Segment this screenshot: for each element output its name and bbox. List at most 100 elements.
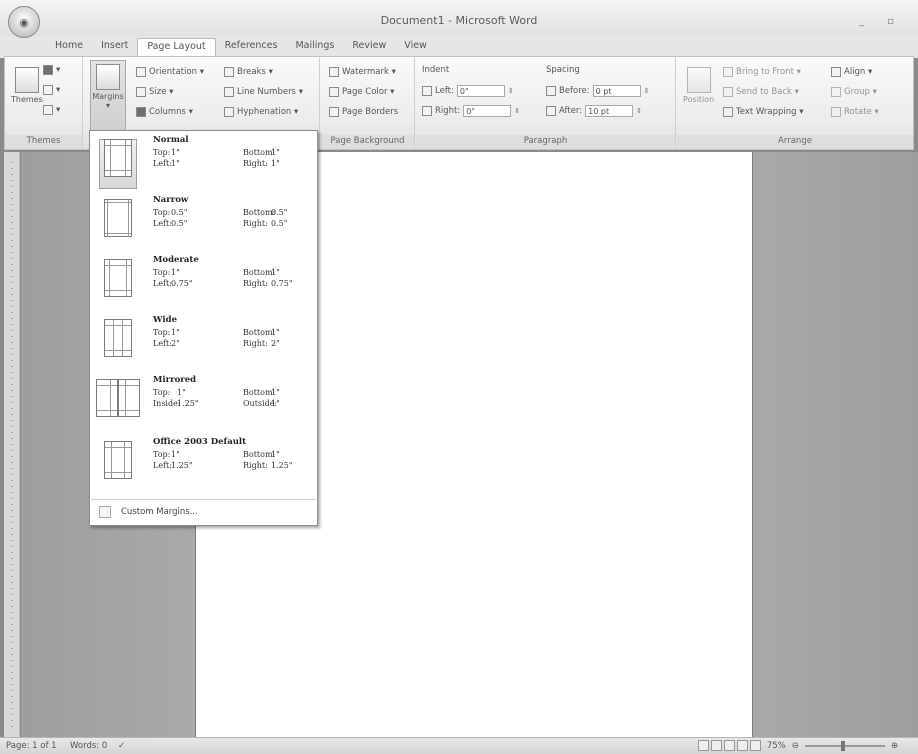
spacing-before-spinner[interactable]: ⇕ — [644, 87, 650, 95]
themes-group: Themes ▾ ▾ ▾ Themes — [5, 57, 83, 149]
page-background-group: Watermark ▾ Page Color ▾ Page Borders Pa… — [321, 57, 415, 149]
indent-right-input[interactable]: 0" — [463, 105, 512, 117]
office-button[interactable]: ◉ — [8, 6, 40, 38]
label-bottom: Bottom: — [243, 388, 276, 397]
value-left: 1" — [171, 159, 180, 168]
rotate-button[interactable]: Rotate ▾ — [831, 107, 879, 117]
draft-view-icon[interactable] — [749, 740, 761, 751]
value-right: 0.75" — [271, 279, 293, 288]
outline-view-icon[interactable] — [736, 740, 748, 751]
theme-effects-button[interactable]: ▾ — [43, 105, 60, 115]
spacing-after-input[interactable]: 10 pt — [585, 105, 634, 117]
custom-margins-label: Custom Margins... — [121, 507, 198, 517]
view-buttons — [697, 740, 761, 751]
tab-insert[interactable]: Insert — [92, 38, 137, 56]
themes-button[interactable]: Themes — [11, 67, 43, 104]
preset-row-sides: Left:1.25" Right: 1.25" — [153, 461, 293, 470]
margin-preset-normal[interactable]: Normal Top:1" Bottom:1" Left:1" Right: 1" — [91, 133, 316, 193]
print-layout-view-icon[interactable] — [697, 740, 709, 751]
breaks-button[interactable]: Breaks ▾ — [224, 67, 273, 77]
watermark-button[interactable]: Watermark ▾ — [329, 67, 396, 77]
full-screen-view-icon[interactable] — [710, 740, 722, 751]
label-bottom: Bottom: — [243, 328, 276, 337]
tab-home[interactable]: Home — [46, 38, 92, 56]
margin-preset-office-2003[interactable]: Office 2003 Default Top:1" Bottom:1" Left… — [91, 435, 316, 495]
size-button[interactable]: Size ▾ — [136, 87, 173, 97]
indent-left-spinner[interactable]: ⇕ — [508, 87, 514, 95]
label-bottom: Bottom: — [243, 268, 276, 277]
position-button[interactable]: Position — [683, 67, 714, 104]
indent-left-icon — [422, 86, 432, 96]
page-count[interactable]: Page: 1 of 1 — [6, 741, 57, 751]
spacing-before-input[interactable]: 0 pt — [592, 85, 641, 97]
orientation-button[interactable]: Orientation ▾ — [136, 67, 204, 77]
line-numbers-button[interactable]: Line Numbers ▾ — [224, 87, 303, 97]
margin-preset-narrow[interactable]: Narrow Top:0.5" Bottom:0.5" Left:0.5" Righ… — [91, 193, 316, 253]
page-color-button[interactable]: Page Color ▾ — [329, 87, 394, 97]
word-count[interactable]: Words: 0 — [70, 741, 107, 751]
indent-right-spinner[interactable]: ⇕ — [514, 107, 520, 115]
page-borders-button[interactable]: Page Borders — [329, 107, 398, 117]
line-numbers-label: Line Numbers ▾ — [237, 87, 303, 97]
window-controls[interactable]: _ ▫ — [859, 16, 904, 27]
margins-button[interactable]: Margins ▾ — [90, 60, 126, 134]
watermark-label: Watermark ▾ — [342, 67, 396, 77]
indent-left-input[interactable]: 0" — [456, 85, 505, 97]
spacing-after-label: After: — [559, 106, 583, 116]
value-left: 1.25" — [171, 461, 193, 470]
web-layout-view-icon[interactable] — [723, 740, 735, 751]
margin-preset-moderate[interactable]: Moderate Top:1" Bottom:1" Left:0.75" Right… — [91, 253, 316, 313]
value-top: 1" — [171, 328, 180, 337]
theme-fonts-button[interactable]: ▾ — [43, 85, 60, 95]
label-right: Right: — [243, 279, 268, 288]
margin-moderate-icon — [104, 259, 132, 297]
label-right: Right: — [243, 461, 268, 470]
zoom-in-icon[interactable]: ⊕ — [891, 741, 898, 751]
size-icon — [136, 87, 146, 97]
dropdown-separator — [91, 499, 316, 500]
tab-page-layout[interactable]: Page Layout — [137, 38, 216, 56]
zoom-controls: 75% ⊖ ⊕ — [697, 740, 898, 751]
send-to-back-label: Send to Back ▾ — [736, 87, 799, 97]
value-right: 2" — [271, 339, 280, 348]
page-background-group-label: Page Background — [321, 135, 414, 149]
spacing-after-spinner[interactable]: ⇕ — [636, 107, 642, 115]
margin-preset-mirrored[interactable]: Mirrored Top: 1" Bottom:1" Inside:1.25" Out… — [91, 373, 316, 433]
tab-references[interactable]: References — [216, 38, 287, 56]
send-to-back-button[interactable]: Send to Back ▾ — [723, 87, 799, 97]
preset-row-top: Top:1"Bottom:1" — [153, 328, 280, 337]
orientation-label: Orientation ▾ — [149, 67, 204, 77]
label-left: Left: — [153, 159, 172, 168]
tab-mailings[interactable]: Mailings — [286, 38, 343, 56]
label-left: Left: — [153, 279, 172, 288]
label-right: Right: — [243, 219, 268, 228]
spacing-before-label: Before: — [559, 86, 590, 96]
position-icon — [686, 67, 711, 93]
margin-narrow-icon — [104, 199, 132, 237]
margin-wide-icon — [104, 319, 132, 357]
group-label: Group ▾ — [844, 87, 877, 97]
proofing-icon[interactable]: ✓ — [118, 741, 125, 751]
value-right: 0.5" — [271, 219, 288, 228]
preset-row-sides: Left:0.75" Right: 0.75" — [153, 279, 293, 288]
preset-row-sides: Left:1" Right: 1" — [153, 159, 280, 168]
margin-preset-wide[interactable]: Wide Top:1" Bottom:1" Left:2" Right: 2" — [91, 313, 316, 373]
theme-colors-button[interactable]: ▾ — [43, 65, 60, 75]
tab-view[interactable]: View — [395, 38, 436, 56]
indent-right-row: Right: 0" ⇕ — [422, 105, 520, 117]
align-button[interactable]: Align ▾ — [831, 67, 872, 77]
custom-margins-item[interactable]: Custom Margins... — [91, 501, 316, 523]
columns-button[interactable]: Columns ▾ — [136, 107, 193, 117]
themes-button-label: Themes — [11, 95, 43, 104]
value-bottom: 1" — [271, 268, 280, 277]
group-button[interactable]: Group ▾ — [831, 87, 877, 97]
text-wrapping-button[interactable]: Text Wrapping ▾ — [723, 107, 804, 117]
page-borders-icon — [329, 107, 339, 117]
hyphenation-button[interactable]: Hyphenation ▾ — [224, 107, 298, 117]
tab-review[interactable]: Review — [343, 38, 395, 56]
breaks-label: Breaks ▾ — [237, 67, 273, 77]
zoom-out-icon[interactable]: ⊖ — [792, 741, 799, 751]
zoom-slider[interactable] — [804, 740, 885, 751]
zoom-level[interactable]: 75% — [767, 741, 786, 751]
bring-to-front-button[interactable]: Bring to Front ▾ — [723, 67, 801, 77]
